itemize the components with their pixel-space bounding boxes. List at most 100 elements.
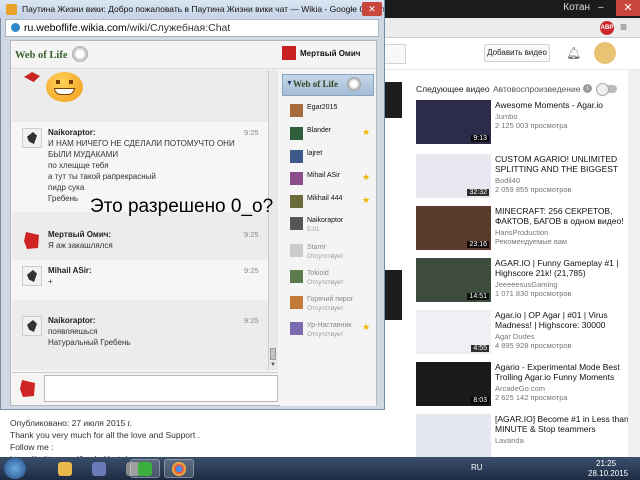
background-window-user[interactable]: Котан [563, 2, 590, 13]
video-channel[interactable]: Lavanda [495, 436, 524, 445]
video-thumbnail[interactable]: 23:16 [416, 206, 491, 250]
video-channel[interactable]: JeeeeesusGaming [495, 280, 558, 289]
video-channel[interactable]: Jumbo [495, 112, 518, 121]
video-views: 4 895 928 просмотров [495, 341, 572, 350]
message-author[interactable]: Naikoraptor: [48, 128, 96, 137]
clock-time[interactable]: 21:25 [596, 459, 616, 468]
popup-minimize-button[interactable]: – [346, 3, 360, 15]
video-title[interactable]: MINECRAFT: 256 СЕКРЕТОВ, ФАКТОВ, БАГОВ в… [495, 206, 640, 226]
background-close-button[interactable]: ✕ [616, 0, 640, 16]
related-video-item[interactable]: 23:16 MINECRAFT: 256 СЕКРЕТОВ, ФАКТОВ, БА… [416, 206, 640, 258]
related-video-item[interactable]: 14:51 AGAR.IO | Funny Gameplay #1 | Highs… [416, 258, 640, 310]
video-thumbnail[interactable]: 14:51 [416, 258, 491, 302]
clock-date[interactable]: 28.10.2015 [588, 469, 628, 478]
video-thumbnail[interactable]: 8:03 [416, 362, 491, 406]
chat-message: Naikoraptor: 9:25 появляешься Натуральный Г… [12, 310, 268, 366]
message-avatar[interactable] [22, 128, 42, 148]
message-author[interactable]: Naikoraptor: [48, 316, 96, 325]
message-text: по хлещще тебя [48, 161, 109, 170]
messages-scrollbar[interactable] [268, 70, 278, 370]
user-list-item[interactable]: lajret [290, 148, 376, 170]
video-channel[interactable]: HarisProduction [495, 228, 548, 237]
user-list-item[interactable]: Tokioid Отсутствует [290, 268, 376, 290]
message-text: Я аж закашлялся [48, 241, 113, 250]
bell-icon[interactable]: 🔔︎ [566, 46, 581, 60]
player-strip-block [382, 82, 402, 118]
site-info-icon[interactable] [11, 23, 20, 32]
user-name: Egar2015 [307, 104, 338, 111]
start-button[interactable] [4, 458, 26, 479]
video-title[interactable]: AGAR.IO | Funny Gameplay #1 | Highscore … [495, 258, 640, 278]
video-title[interactable]: Agario - Experimental Mode Best Trolling… [495, 362, 640, 382]
user-avatar [290, 127, 303, 140]
published-date: Опубликовано: 27 июля 2015 г. [10, 418, 132, 428]
video-title[interactable]: [AGAR.IO] Become #1 in Less than 1 MINUT… [495, 414, 640, 434]
description-line: Thank you very much for all the love and… [10, 430, 200, 440]
video-thumbnail[interactable]: 32:32 [416, 154, 491, 198]
video-views: 2 059 855 просмотров [495, 185, 572, 194]
info-icon[interactable]: i [583, 84, 592, 93]
user-name: Mihail ASir [307, 172, 341, 179]
user-name: Горячий пирог [307, 296, 354, 303]
url-path: /wiki/Служебная:Chat [126, 22, 231, 34]
messages-scroll-thumb[interactable] [270, 348, 276, 360]
video-description: Опубликовано: 27 июля 2015 г. Thank you … [0, 412, 380, 464]
popup-window-title: Паутина Жизни вики: Добро пожаловать в П… [0, 0, 384, 18]
adblock-icon[interactable]: ABP [600, 21, 614, 35]
related-video-item[interactable]: [AGAR.IO] Become #1 in Less than 1 MINUT… [416, 414, 640, 458]
user-list-item[interactable]: Mihail ASir ★ [290, 170, 376, 192]
related-video-item[interactable]: 9:13 Awesome Moments - Agar.io Jumbo 2 125 … [416, 100, 640, 152]
page-scrollbar[interactable] [628, 70, 640, 460]
message-author[interactable]: Mihail ASir: [48, 266, 92, 275]
moderator-star-icon: ★ [362, 322, 371, 332]
user-list-item[interactable]: Горячий пирог Отсутствует [290, 294, 376, 316]
user-avatar [290, 150, 303, 163]
video-title[interactable]: CUSTOM AGARIO! UNLIMITED SPLITTING AND T… [495, 154, 640, 174]
background-minimize-button[interactable]: – [598, 2, 604, 13]
message-avatar[interactable] [22, 316, 42, 336]
video-thumbnail[interactable]: 4:55 [416, 310, 491, 354]
wiki-logo[interactable]: Web of Life [15, 50, 68, 61]
video-thumbnail[interactable]: 9:13 [416, 100, 491, 144]
current-user-avatar [282, 46, 296, 60]
message-input[interactable] [44, 375, 278, 402]
language-indicator[interactable]: RU [471, 463, 483, 472]
popup-close-button[interactable]: ✕ [362, 2, 382, 16]
scroll-down-arrow-icon[interactable]: ▼ [270, 362, 276, 368]
video-title[interactable]: Agar.io | OP Agar | #01 | Virus Madness!… [495, 310, 640, 330]
chat-messages[interactable]: Naikoraptor: 9:25 И НАМ НИЧЕГО НЕ СДЕЛАЛИ … [12, 70, 268, 370]
user-name: Mikhail 444 [307, 195, 343, 202]
video-title[interactable]: Awesome Moments - Agar.io [495, 100, 640, 110]
related-video-item[interactable]: 4:55 Agar.io | OP Agar | #01 | Virus Madn… [416, 310, 640, 362]
add-video-button[interactable]: Добавить видео [484, 44, 550, 62]
video-duration: 9:13 [471, 135, 489, 142]
video-channel[interactable]: Bodil40 [495, 176, 520, 185]
user-avatar[interactable] [594, 42, 616, 64]
message-time: 9:25 [244, 230, 259, 239]
related-video-item[interactable]: 32:32 CUSTOM AGARIO! UNLIMITED SPLITTING … [416, 154, 640, 206]
message-author[interactable]: Мертвый Омич: [48, 230, 111, 239]
menu-icon[interactable]: ≡ [620, 20, 627, 34]
video-channel[interactable]: ArcadeGo.com [495, 384, 545, 393]
address-bar[interactable]: ru.weboflife.wikia.com/wiki/Служебная:Ch… [5, 19, 379, 37]
user-list-item[interactable]: Ур-Наставник Отсутствует ★ [290, 320, 376, 342]
user-list-item[interactable]: Naikoraptor 5:01 [290, 215, 376, 237]
moderator-star-icon: ★ [362, 172, 371, 182]
message-text: появляешься [48, 327, 98, 336]
search-button[interactable] [384, 44, 406, 64]
user-list-item[interactable]: Blander ★ [290, 125, 376, 147]
message-avatar[interactable] [22, 266, 42, 286]
user-list-item[interactable]: Mikhail 444 ★ [290, 193, 376, 215]
user-status: 5:01 [307, 226, 320, 233]
video-thumbnail[interactable] [416, 414, 491, 458]
user-list-item[interactable]: Starrir Отсутствует [290, 242, 376, 264]
related-video-item[interactable]: 8:03 Agario - Experimental Mode Best Trol… [416, 362, 640, 414]
video-views: 2 625 142 просмотра [495, 393, 568, 402]
user-list-item[interactable]: Egar2015 [290, 102, 376, 124]
video-channel[interactable]: Agar Dudes [495, 332, 535, 341]
autoplay-toggle[interactable] [596, 83, 617, 96]
collapse-arrow-icon[interactable]: ▼ [286, 80, 293, 87]
message-avatar[interactable] [24, 232, 39, 249]
message-text: Натуральный Гребень [48, 338, 131, 347]
video-duration: 23:16 [467, 241, 489, 248]
